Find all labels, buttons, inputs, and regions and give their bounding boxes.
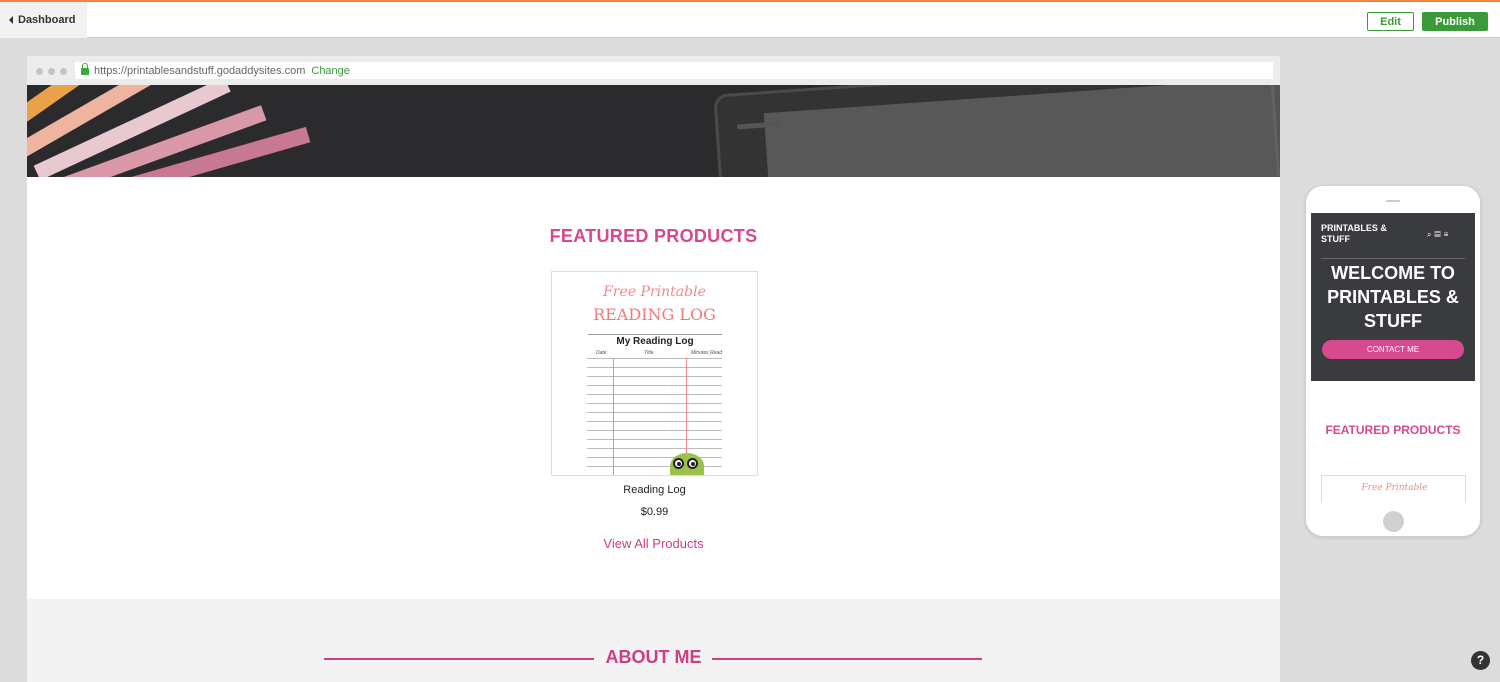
phone-speaker: [1386, 200, 1400, 202]
log-line: [587, 448, 722, 449]
url-bar: https://printablesandstuff.godaddysites.…: [75, 62, 1273, 79]
menu-icon[interactable]: ≡: [1444, 230, 1452, 239]
log-line: [587, 457, 722, 458]
product-image-heading: READING LOG: [593, 305, 716, 324]
site-url: https://printablesandstuff.godaddysites.…: [94, 64, 306, 77]
mobile-nav-icons: ⌕▤≡: [1427, 230, 1451, 240]
window-dot-icon: [60, 68, 67, 75]
mobile-screen: PRINTABLES & STUFF ⌕▤≡ WELCOME TO PRINTA…: [1311, 213, 1475, 503]
column-label: Date: [596, 350, 607, 356]
log-line: [587, 403, 722, 404]
lock-icon: [81, 63, 89, 75]
publish-button[interactable]: Publish: [1422, 12, 1488, 31]
product-name[interactable]: Reading Log: [551, 484, 758, 496]
log-line: [587, 412, 722, 413]
product-image-subheading: My Reading Log: [588, 334, 722, 347]
help-icon[interactable]: ?: [1471, 651, 1490, 670]
edit-button[interactable]: Edit: [1367, 12, 1414, 31]
column-label: Title: [644, 350, 654, 356]
mobile-hero: PRINTABLES & STUFF ⌕▤≡ WELCOME TO PRINTA…: [1311, 213, 1475, 381]
featured-products-heading: FEATURED PRODUCTS: [549, 226, 758, 246]
log-line: [587, 385, 722, 386]
product-price: $0.99: [640, 506, 669, 518]
log-divider: [613, 358, 614, 475]
owl-illustration: [670, 453, 704, 475]
log-line: [587, 358, 722, 359]
desktop-preview: https://printablesandstuff.godaddysites.…: [27, 56, 1280, 682]
about-me-heading: ABOUT ME: [605, 647, 702, 667]
phone-home-button: [1383, 511, 1404, 532]
mobile-welcome-heading: WELCOME TO PRINTABLES & STUFF: [1327, 263, 1459, 331]
change-domain-link[interactable]: Change: [311, 65, 350, 77]
log-line: [587, 430, 722, 431]
log-line: [587, 394, 722, 395]
browser-chrome: https://printablesandstuff.godaddysites.…: [27, 56, 1280, 85]
cart-icon[interactable]: ▤: [1434, 230, 1443, 239]
dashboard-back-button[interactable]: Dashboard: [0, 2, 87, 38]
window-dot-icon: [48, 68, 55, 75]
product-image-columns: Date Title Minutes Read: [596, 350, 722, 356]
mobile-featured-heading: FEATURED PRODUCTS: [1325, 423, 1461, 437]
product-image[interactable]: Free Printable READING LOG My Reading Lo…: [551, 271, 758, 476]
log-line: [587, 439, 722, 440]
contact-me-button[interactable]: CONTACT ME: [1322, 340, 1464, 359]
log-line: [587, 376, 722, 377]
editor-toolbar: Dashboard Edit Publish: [0, 2, 1500, 38]
mobile-preview: PRINTABLES & STUFF ⌕▤≡ WELCOME TO PRINTA…: [1305, 185, 1481, 537]
window-dot-icon: [36, 68, 43, 75]
mobile-header-divider: [1321, 258, 1465, 259]
back-arrow-icon: [9, 16, 13, 24]
about-section: ABOUT ME: [27, 599, 1280, 682]
dashboard-label: Dashboard: [18, 14, 76, 26]
view-all-products-link[interactable]: View All Products: [27, 536, 1280, 551]
mobile-product-card[interactable]: Free Printable: [1321, 475, 1466, 503]
hero-image: [27, 85, 1280, 177]
log-line: [587, 367, 722, 368]
log-line: [587, 421, 722, 422]
product-image-script: Free Printable: [603, 284, 706, 300]
mobile-product-script: Free Printable: [1361, 483, 1428, 493]
mobile-site-title: PRINTABLES & STUFF: [1321, 223, 1387, 244]
column-label: Minutes Read: [691, 350, 722, 356]
